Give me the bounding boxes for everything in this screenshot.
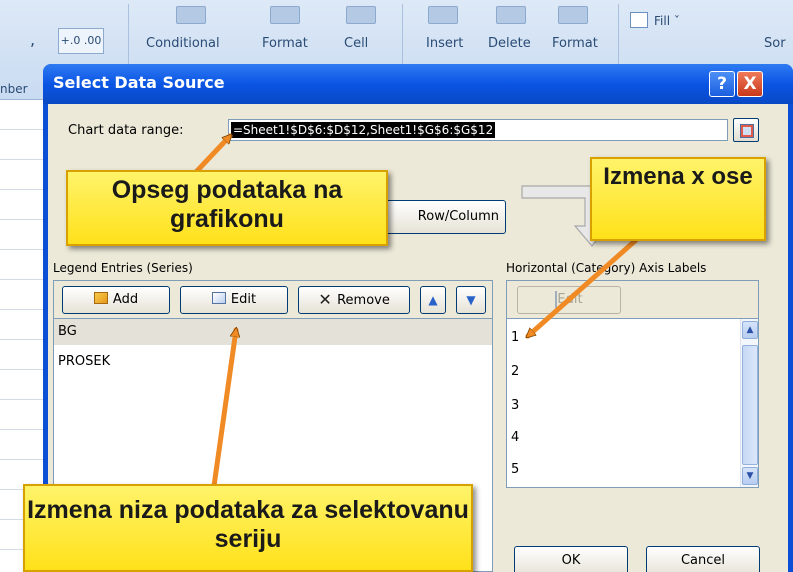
format-icon (558, 6, 588, 24)
chart-data-range-label: Chart data range: (68, 123, 184, 138)
number-group-label: nber (0, 82, 28, 96)
format-button[interactable]: Format (552, 36, 598, 51)
chart-data-range-input[interactable]: =Sheet1!$D$6:$D$12,Sheet1!$G$6:$G$12 (228, 119, 728, 141)
edit-pencil-icon (211, 292, 226, 304)
chart-data-range-value: =Sheet1!$D$6:$D$12,Sheet1!$G$6:$G$12 (231, 122, 496, 138)
dialog-title: Select Data Source (53, 73, 225, 92)
add-series-icon (93, 292, 108, 304)
remove-series-button[interactable]: ✕ Remove (298, 286, 410, 314)
conditional-format-icon (176, 6, 206, 24)
close-button[interactable]: X (737, 71, 763, 97)
fill-icon (630, 12, 648, 28)
scroll-up-icon[interactable]: ▲ (742, 321, 758, 339)
series-item-bg[interactable]: BG (54, 319, 492, 345)
arrow-up-icon: ▲ (428, 293, 438, 307)
sort-filter-button[interactable]: Sor (764, 36, 786, 51)
conditional-formatting-button[interactable]: Conditional (146, 36, 220, 51)
axis-edit-label: Edit (557, 292, 583, 307)
help-button[interactable]: ? (709, 71, 735, 97)
dialog-titlebar[interactable]: Select Data Source ? X (43, 64, 793, 104)
remove-label: Remove (337, 293, 390, 308)
format-table-icon (270, 6, 300, 24)
cell-styles-icon (346, 6, 376, 24)
axis-item[interactable]: 5 (507, 455, 735, 485)
scroll-thumb[interactable] (742, 345, 758, 465)
legend-toolbar: Add Edit ✕ Remove ▲ ▼ (53, 280, 493, 318)
scroll-down-icon[interactable]: ▼ (742, 467, 758, 485)
delete-icon (496, 6, 526, 24)
add-series-button[interactable]: Add (62, 286, 170, 314)
legend-entries-label: Legend Entries (Series) (53, 261, 193, 275)
axis-list-scrollbar[interactable]: ▲ ▼ (740, 319, 758, 487)
edit-series-button[interactable]: Edit (180, 286, 288, 314)
decimal-buttons[interactable]: +.0 .00 (58, 28, 104, 54)
series-item-prosek[interactable]: PROSEK (54, 349, 492, 375)
axis-labels-list[interactable]: 1 2 3 4 5 ▲ ▼ (506, 318, 759, 488)
arrow-down-icon: ▼ (466, 293, 476, 307)
insert-icon (428, 6, 458, 24)
cancel-button[interactable]: Cancel (646, 546, 760, 572)
format-as-table-button[interactable]: Format (262, 36, 308, 51)
axis-labels-label: Horizontal (Category) Axis Labels (506, 261, 707, 275)
axis-item[interactable]: 4 (507, 423, 735, 453)
fill-button[interactable]: Fill ˇ (654, 14, 680, 28)
delete-button[interactable]: Delete (488, 36, 531, 51)
edit-axis-labels-button[interactable]: Edit (517, 286, 621, 314)
add-label: Add (112, 292, 139, 307)
insert-button[interactable]: Insert (426, 36, 463, 51)
axis-callout: Izmena x ose (590, 157, 766, 241)
remove-x-icon: ✕ (318, 290, 332, 309)
collapse-dialog-button[interactable] (733, 118, 759, 142)
series-callout: Izmena niza podataka za selektovanu seri… (23, 484, 473, 572)
axis-item[interactable]: 2 (507, 357, 735, 387)
range-callout: Opseg podataka na grafikonu (66, 170, 388, 246)
ok-button[interactable]: OK (514, 546, 628, 572)
cell-styles-button[interactable]: Cell (344, 36, 368, 51)
axis-item[interactable]: 3 (507, 391, 735, 421)
axis-toolbar: Edit (506, 280, 759, 318)
comma-style-button[interactable]: , (30, 30, 35, 49)
move-up-button[interactable]: ▲ (420, 286, 446, 314)
move-down-button[interactable]: ▼ (456, 286, 486, 314)
axis-item[interactable]: 1 (507, 323, 735, 353)
edit-label: Edit (230, 292, 257, 307)
